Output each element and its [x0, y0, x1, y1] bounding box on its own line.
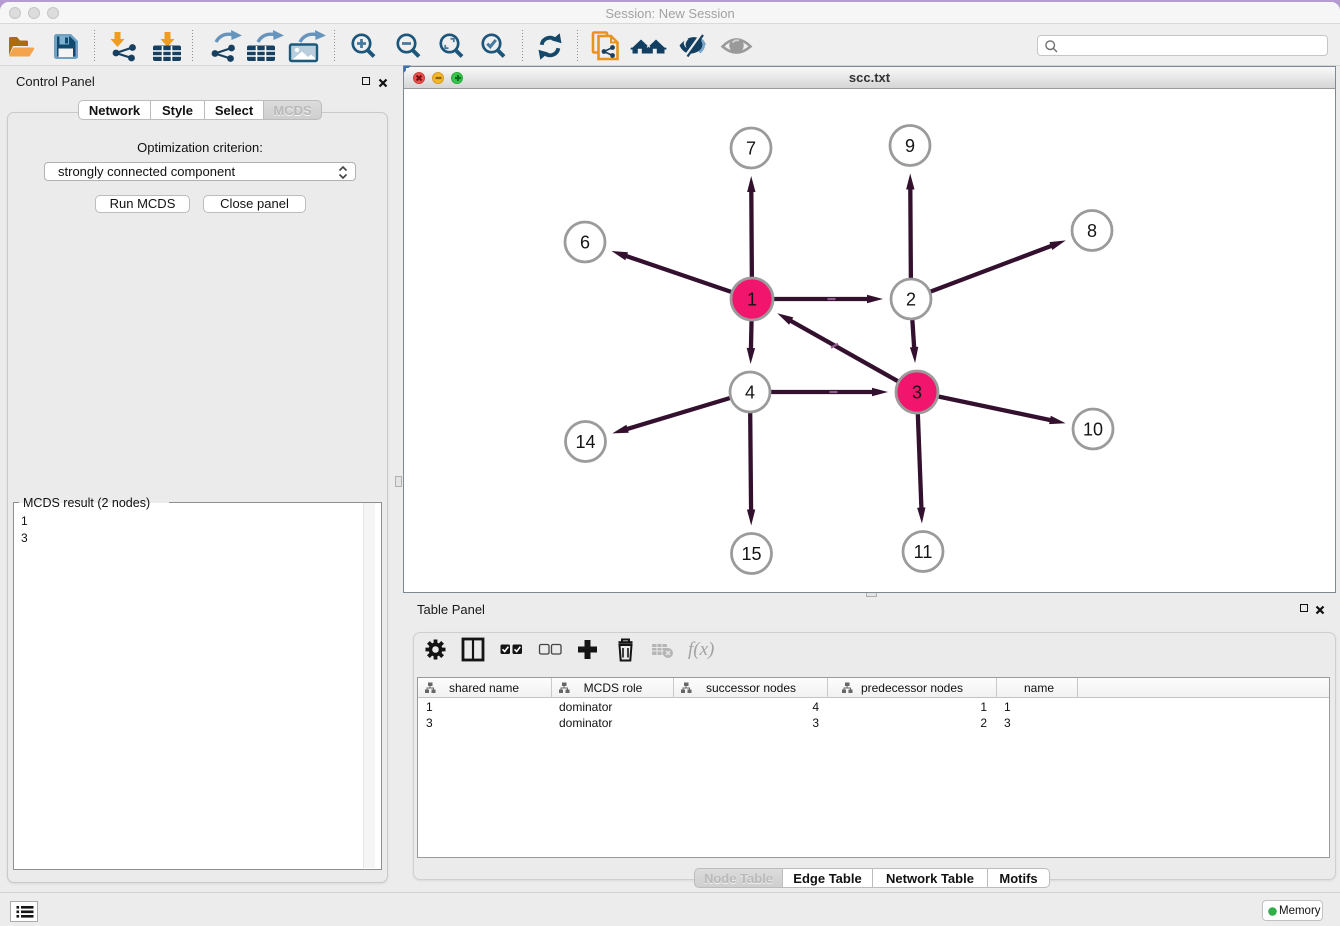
- svg-text:shared name: shared name: [449, 681, 519, 695]
- svg-text:name: name: [1024, 681, 1054, 695]
- svg-text:2: 2: [906, 290, 916, 310]
- svg-text:MCDS role: MCDS role: [584, 681, 643, 695]
- svg-text:9: 9: [905, 136, 915, 156]
- svg-text:14: 14: [575, 432, 595, 452]
- svg-text:1: 1: [747, 290, 757, 310]
- svg-text:predecessor nodes: predecessor nodes: [861, 681, 963, 695]
- svg-text:11: 11: [914, 542, 933, 562]
- svg-text:15: 15: [741, 544, 761, 564]
- svg-text:7: 7: [746, 139, 756, 159]
- svg-text:10: 10: [1083, 420, 1103, 440]
- svg-text:f(x): f(x): [688, 639, 714, 660]
- svg-text:4: 4: [745, 383, 755, 403]
- svg-text:6: 6: [580, 233, 590, 253]
- svg-text:3: 3: [912, 383, 922, 403]
- svg-text:8: 8: [1087, 221, 1097, 241]
- svg-text:successor nodes: successor nodes: [706, 681, 796, 695]
